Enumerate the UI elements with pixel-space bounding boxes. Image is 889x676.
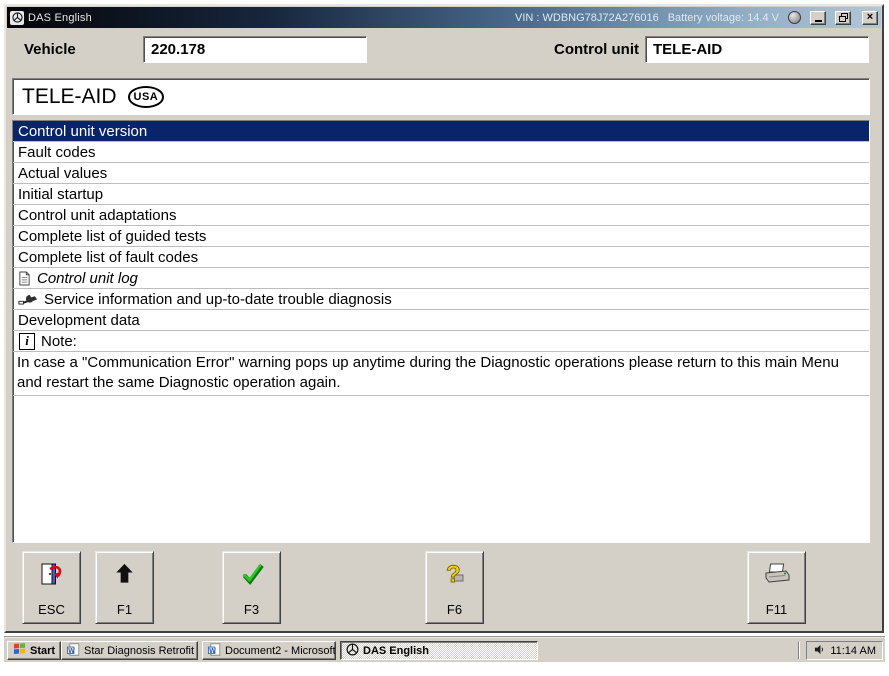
help-question-icon: ? (442, 561, 467, 593)
menu-item-label: Control unit log (37, 270, 138, 287)
note-text: In case a "Communication Error" warning … (13, 352, 869, 396)
menu-item[interactable]: Complete list of fault codes (13, 247, 869, 268)
minimize-button[interactable] (810, 11, 826, 25)
menu-item[interactable]: Actual values (13, 163, 869, 184)
battery-voltage-readout: Battery voltage: 14.4 V (668, 12, 779, 24)
function-key-label: ESC (38, 602, 65, 617)
f1-button[interactable]: F1 (95, 551, 154, 624)
document-icon (18, 271, 31, 286)
menu-item-label: Complete list of guided tests (18, 228, 206, 245)
menu-item[interactable]: Control unit log (13, 268, 869, 289)
task-label: Document2 - Microsoft ... (225, 645, 336, 657)
taskbar-task-3[interactable]: DAS English (340, 641, 538, 660)
printer-icon (763, 561, 791, 591)
usa-oval-badge: USA (128, 86, 165, 108)
menu-item-label: Note: (41, 333, 77, 350)
taskbar-task-1[interactable]: W Star Diagnosis Retrofit P... (61, 641, 198, 660)
windows-flag-icon (13, 643, 26, 658)
mercedes-star-icon (10, 11, 24, 25)
menu-item[interactable]: i Note: (13, 331, 869, 352)
control-unit-field[interactable]: TELE-AID (645, 36, 869, 63)
clock: 11:14 AM (830, 645, 876, 657)
mercedes-star-icon (346, 643, 359, 659)
green-check-icon (239, 561, 265, 591)
word-doc-icon: W (208, 643, 221, 659)
vehicle-field[interactable]: 220.178 (143, 36, 367, 63)
f3-button[interactable]: F3 (222, 551, 281, 624)
vin-readout: VIN : WDBNG78J72A276016 (515, 12, 659, 24)
menu-panel: Control unit version Fault codes Actual va… (12, 120, 870, 543)
menu-item[interactable]: Control unit adaptations (13, 205, 869, 226)
control-unit-label: Control unit (511, 41, 639, 58)
menu-item-label: Initial startup (18, 186, 103, 203)
function-key-label: F6 (447, 602, 462, 617)
function-key-label: F11 (766, 602, 787, 617)
svg-text:W: W (209, 647, 216, 654)
tray-divider (798, 642, 800, 659)
menu-list: Control unit version Fault codes Actual va… (13, 121, 869, 352)
exit-door-icon (38, 561, 65, 593)
function-key-label: F3 (244, 602, 259, 617)
svg-text:?: ? (446, 561, 461, 588)
esc-button[interactable]: ESC (22, 551, 81, 624)
menu-item-label: Control unit version (18, 123, 147, 140)
header-title: TELE-AID (22, 85, 117, 109)
info-icon: i (18, 333, 35, 350)
vehicle-label: Vehicle (24, 41, 76, 58)
control-unit-header: TELE-AID USA (12, 78, 870, 115)
taskbar-task-2[interactable]: W Document2 - Microsoft ... (202, 641, 336, 660)
volume-icon[interactable] (814, 644, 825, 658)
menu-item-label: Complete list of fault codes (18, 249, 198, 266)
menu-item-label: Development data (18, 312, 140, 329)
service-tool-icon (18, 293, 38, 306)
restore-button[interactable] (835, 11, 851, 25)
window-title: DAS English (28, 12, 92, 24)
task-label: DAS English (363, 645, 429, 657)
menu-item[interactable]: Complete list of guided tests (13, 226, 869, 247)
word-doc-icon: W (67, 643, 80, 659)
system-tray: 11:14 AM (806, 641, 883, 660)
titlebar: DAS English VIN : WDBNG78J72A276016 Batt… (7, 7, 881, 28)
menu-item[interactable]: Initial startup (13, 184, 869, 205)
menu-item-label: Control unit adaptations (18, 207, 176, 224)
start-label: Start (30, 645, 55, 657)
task-label: Star Diagnosis Retrofit P... (84, 645, 198, 657)
f11-button[interactable]: F11 (747, 551, 806, 624)
function-key-label: F1 (117, 602, 132, 617)
close-button[interactable]: × (862, 11, 878, 25)
menu-item[interactable]: Fault codes (13, 142, 869, 163)
globe-icon (788, 11, 801, 24)
menu-item[interactable]: Control unit version (13, 121, 869, 142)
menu-item-label: Service information and up-to-date troub… (44, 291, 392, 308)
menu-item[interactable]: Development data (13, 310, 869, 331)
menu-item-label: Fault codes (18, 144, 96, 161)
svg-text:W: W (68, 647, 75, 654)
menu-item-label: Actual values (18, 165, 107, 182)
menu-item[interactable]: Service information and up-to-date troub… (13, 289, 869, 310)
start-button[interactable]: Start (7, 641, 61, 660)
up-arrow-icon (112, 561, 137, 591)
taskbar: Start W Star Diagnosis Retrofit P... W Docu… (4, 637, 885, 662)
das-window: DAS English VIN : WDBNG78J72A276016 Batt… (4, 4, 884, 633)
f6-button[interactable]: ? F6 (425, 551, 484, 624)
